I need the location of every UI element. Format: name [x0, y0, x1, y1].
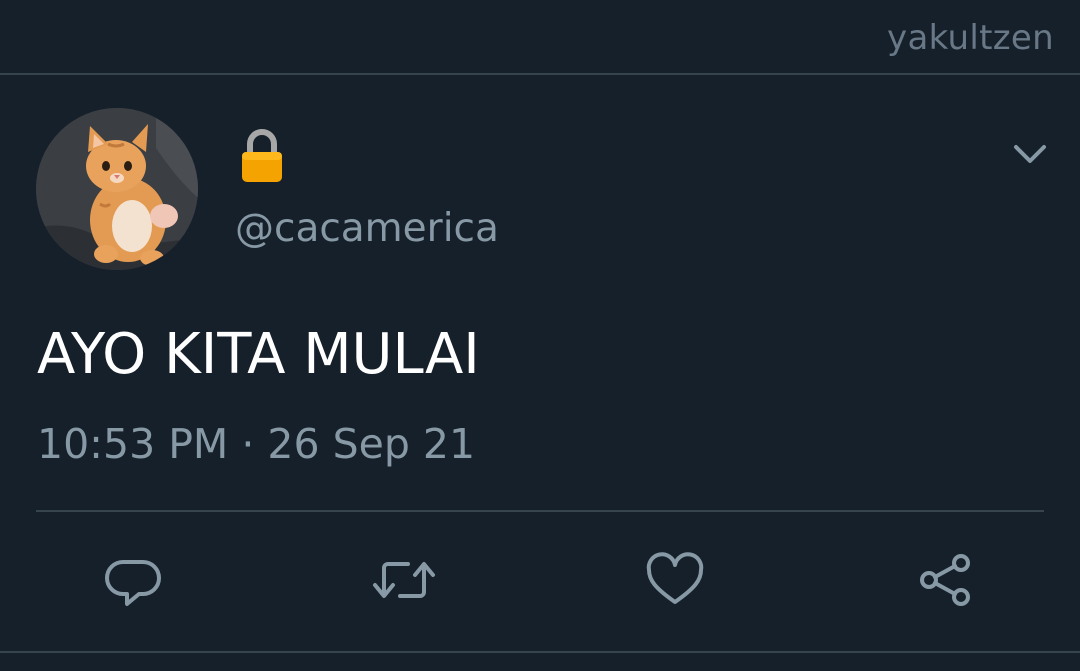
- kitten-avatar-image: [36, 108, 198, 270]
- retweet-button[interactable]: [372, 548, 436, 612]
- chevron-down-icon[interactable]: [1010, 138, 1050, 170]
- retweet-icon: [373, 562, 435, 598]
- tweet-screen: yakultzen @cacamerica AYO KITA MULAI 10:…: [0, 0, 1080, 671]
- reply-button[interactable]: [103, 548, 167, 612]
- tweet-timestamp[interactable]: 10:53 PM · 26 Sep 21: [37, 420, 475, 468]
- top-divider: [0, 73, 1080, 75]
- share-button[interactable]: [913, 548, 977, 612]
- avatar[interactable]: [36, 108, 198, 270]
- bottom-divider: [0, 651, 1080, 653]
- heart-icon: [646, 552, 704, 604]
- reply-icon: [105, 560, 161, 606]
- lock-icon: [238, 128, 286, 184]
- user-handle[interactable]: @cacamerica: [235, 206, 499, 251]
- like-button[interactable]: [643, 548, 707, 612]
- share-icon: [920, 554, 970, 606]
- watermark: yakultzen: [887, 18, 1054, 58]
- tweet-text: AYO KITA MULAI: [37, 322, 480, 387]
- actions-divider: [36, 510, 1044, 512]
